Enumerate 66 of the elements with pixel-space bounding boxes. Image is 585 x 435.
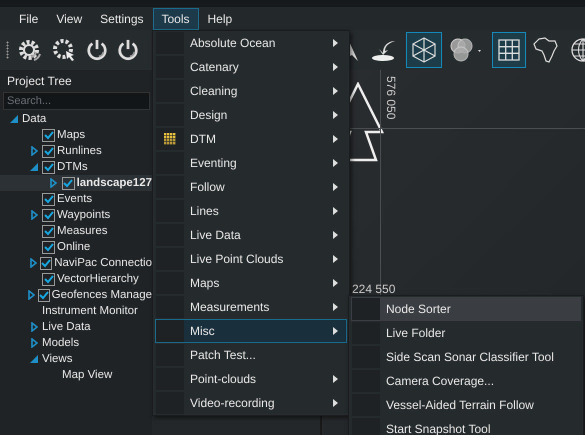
tree-item-label[interactable]: Geofences Manage: [52, 289, 152, 301]
menu-item[interactable]: Vessel-Aided Terrain Follow: [351, 393, 581, 417]
tree-item-label[interactable]: Views: [42, 353, 72, 365]
menu-item[interactable]: View: [47, 8, 92, 30]
power-icon: [86, 38, 108, 62]
checkbox[interactable]: [38, 288, 50, 302]
checkbox[interactable]: [42, 160, 55, 174]
tree-item-label[interactable]: landscape127: [76, 177, 152, 189]
checkbox[interactable]: [42, 208, 55, 222]
tree-item-label[interactable]: Maps: [57, 129, 86, 141]
power-icon: [117, 38, 139, 62]
coordinate-label: 224 550: [352, 282, 396, 296]
coordinate-label: 576 050: [384, 76, 398, 120]
menu-item[interactable]: Node Sorter: [351, 297, 581, 321]
checkbox[interactable]: [40, 256, 52, 270]
tree-item-label[interactable]: Online: [57, 241, 90, 253]
tree-item-label[interactable]: Runlines: [57, 145, 102, 157]
tree-item-label[interactable]: Live Data: [42, 321, 91, 333]
toolbar-button[interactable]: [406, 32, 442, 68]
tree-item-label[interactable]: Measures: [57, 225, 108, 237]
expanded-icon[interactable]: [10, 115, 18, 123]
collapsed-icon[interactable]: [50, 178, 58, 188]
collapsed-icon[interactable]: [30, 210, 38, 220]
menu-item[interactable]: Camera Coverage...: [351, 369, 581, 393]
collapsed-icon[interactable]: [30, 338, 38, 348]
tree-item-label[interactable]: NaviPac Connectio: [54, 257, 152, 269]
gear-icon: [16, 37, 42, 63]
collapsed-icon[interactable]: [30, 322, 38, 332]
checkbox[interactable]: [42, 272, 55, 286]
tree-item-label[interactable]: Models: [42, 337, 80, 349]
panel-title: Project Tree: [6, 73, 73, 90]
tree-item-label[interactable]: Events: [57, 193, 92, 205]
checkbox[interactable]: [42, 224, 55, 238]
tree-item-label[interactable]: Waypoints: [57, 209, 110, 221]
expanded-icon[interactable]: [30, 163, 38, 171]
tree-item-label[interactable]: DTMs: [57, 161, 88, 173]
menu-item[interactable]: File: [10, 8, 48, 30]
tree-item-label[interactable]: Data: [22, 113, 46, 125]
tree-item-label[interactable]: VectorHierarchy: [57, 273, 139, 285]
menu-item[interactable]: Help: [198, 8, 242, 30]
tree-item-label[interactable]: Instrument Monitor: [42, 305, 138, 317]
menu-item[interactable]: Misc: [155, 319, 347, 343]
grid-icon: [496, 37, 522, 63]
toolbar-button[interactable]: [492, 32, 526, 68]
collapsed-icon[interactable]: [28, 290, 36, 300]
checkbox[interactable]: [62, 176, 75, 190]
tree-item-label[interactable]: Map View: [62, 369, 112, 381]
checkbox[interactable]: [42, 128, 55, 142]
africa-icon: [533, 36, 559, 64]
checkbox[interactable]: [42, 144, 55, 158]
gear-icon: [51, 37, 77, 63]
menu-item[interactable]: Absolute Ocean: [155, 31, 347, 55]
search-field[interactable]: Search...: [3, 92, 150, 110]
toolbar-grip[interactable]: [6, 41, 9, 59]
menu-item[interactable]: Tools: [152, 8, 199, 30]
collapsed-icon[interactable]: [30, 258, 37, 268]
tree-row[interactable]: landscape127: [0, 175, 152, 191]
menu-item[interactable]: Settings: [91, 8, 152, 30]
collapsed-icon[interactable]: [30, 146, 38, 156]
checkbox[interactable]: [42, 192, 55, 206]
menu-item[interactable]: Side Scan Sonar Classifier Tool: [351, 345, 581, 369]
menu-item[interactable]: Live Folder: [351, 321, 581, 345]
grid-icon: [164, 133, 176, 145]
cube-icon: [410, 36, 438, 64]
checkbox[interactable]: [42, 240, 55, 254]
expanded-icon[interactable]: [30, 355, 38, 363]
